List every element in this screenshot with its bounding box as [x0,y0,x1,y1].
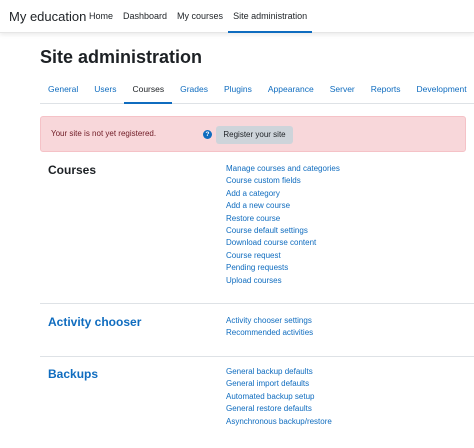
link-pending-requests[interactable]: Pending requests [226,262,340,274]
section-title-courses: Courses [48,163,97,177]
tab-general[interactable]: General [40,78,86,104]
activity-chooser-links: Activity chooser settings Recommended ac… [226,315,313,340]
section-divider [40,303,474,304]
link-add-new-course[interactable]: Add a new course [226,200,340,212]
link-general-restore-defaults[interactable]: General restore defaults [226,403,332,415]
tab-courses[interactable]: Courses [124,78,173,104]
page-title: Site administration [40,47,203,67]
section-title-activity-chooser[interactable]: Activity chooser [48,315,141,329]
register-site-button[interactable]: Register your site [216,126,293,144]
tab-grades[interactable]: Grades [172,78,216,104]
link-automated-backup-setup[interactable]: Automated backup setup [226,391,332,403]
site-brand[interactable]: My education [9,9,86,24]
nav-home[interactable]: Home [84,0,118,33]
link-add-category[interactable]: Add a category [226,188,340,200]
link-general-import-defaults[interactable]: General import defaults [226,378,332,390]
tab-plugins[interactable]: Plugins [216,78,260,104]
link-manage-courses[interactable]: Manage courses and categories [226,163,340,175]
tab-appearance[interactable]: Appearance [260,78,322,104]
admin-tabs: General Users Courses Grades Plugins App… [40,78,474,104]
section-divider [40,356,474,357]
nav-site-administration[interactable]: Site administration [228,0,313,33]
tab-server[interactable]: Server [322,78,363,104]
backups-links: General backup defaults General import d… [226,366,332,428]
help-icon[interactable]: ? [203,130,212,139]
link-download-course-content[interactable]: Download course content [226,237,340,249]
tab-reports[interactable]: Reports [363,78,409,104]
link-recommended-activities[interactable]: Recommended activities [226,327,313,339]
section-title-backups[interactable]: Backups [48,367,98,381]
link-upload-courses[interactable]: Upload courses [226,275,340,287]
top-navbar: My education Home Dashboard My courses S… [0,0,474,33]
alert-message: Your site is not yet registered. [51,129,157,138]
nav-my-courses[interactable]: My courses [172,0,228,33]
registration-alert: Your site is not yet registered. ? Regis… [40,116,466,152]
courses-links: Manage courses and categories Course cus… [226,163,340,287]
link-course-custom-fields[interactable]: Course custom fields [226,175,340,187]
link-activity-chooser-settings[interactable]: Activity chooser settings [226,315,313,327]
link-general-backup-defaults[interactable]: General backup defaults [226,366,332,378]
link-course-request[interactable]: Course request [226,250,340,262]
link-course-default-settings[interactable]: Course default settings [226,225,340,237]
nav-dashboard[interactable]: Dashboard [118,0,172,33]
tab-users[interactable]: Users [86,78,124,104]
link-restore-course[interactable]: Restore course [226,213,340,225]
primary-navigation: Home Dashboard My courses Site administr… [84,0,313,33]
tab-development[interactable]: Development [409,78,474,104]
link-async-backup-restore[interactable]: Asynchronous backup/restore [226,416,332,428]
